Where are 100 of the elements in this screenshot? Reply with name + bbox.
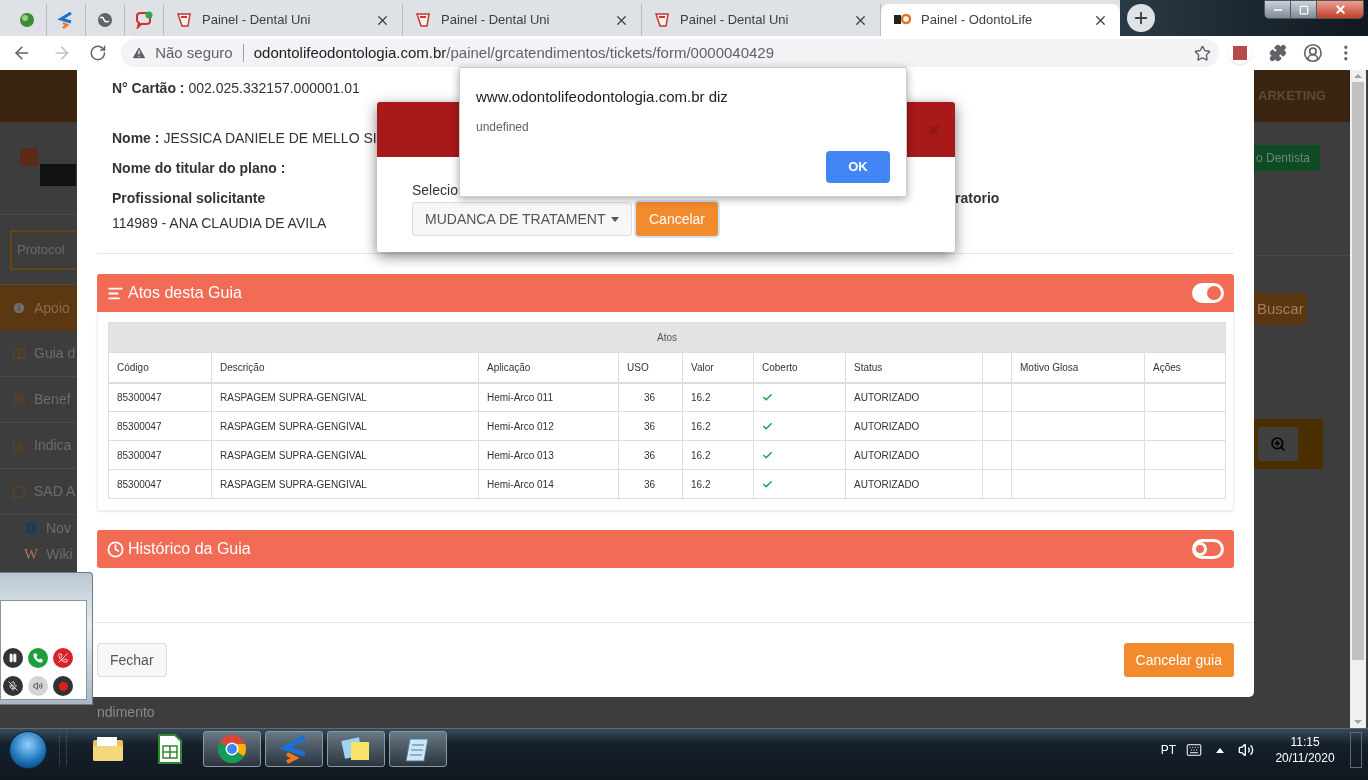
alert-message: undefined [476, 118, 530, 136]
users-icon [12, 392, 26, 407]
search-button[interactable]: Buscar [1254, 293, 1307, 325]
table-cell: AUTORIZADO [845, 469, 983, 499]
cancel-button[interactable]: Cancelar [636, 202, 719, 236]
table-cell: 16.2 [682, 382, 754, 412]
panel-title: Histórico da Guia [128, 539, 251, 559]
minimize-button[interactable] [1265, 1, 1291, 18]
profile-icon[interactable] [1302, 43, 1323, 63]
chrome-icon[interactable] [217, 734, 247, 764]
clock[interactable]: 11:15 20/11/2020 [1274, 734, 1336, 766]
show-hidden-icons-icon[interactable] [1216, 747, 1224, 753]
table-cell: AUTORIZADO [845, 440, 983, 470]
reason-select[interactable]: MUDANCA DE TRATAMENT [412, 202, 632, 236]
column-header: USO [618, 352, 683, 383]
tab-title: Painel - OdontoLife [921, 11, 1034, 30]
book-icon [12, 346, 26, 361]
hang-up-button[interactable] [53, 648, 73, 668]
phone-icon [33, 653, 43, 663]
column-header: Valor [682, 352, 754, 383]
field-label: ratorio [955, 189, 1000, 206]
table-cell: RASPAGEM SUPRA-GENGIVAL [211, 440, 479, 470]
field-value: 002.025.332157.000001.01 [188, 79, 360, 96]
language-indicator[interactable]: PT [1160, 741, 1176, 759]
pdf-extension-icon[interactable] [1229, 42, 1251, 64]
browser-tab[interactable]: Painel - OdontoLife [881, 4, 1120, 36]
pause-button[interactable] [3, 648, 23, 668]
column-header: Status [845, 352, 983, 383]
table-cell: 36 [618, 469, 683, 499]
info-icon [12, 301, 26, 315]
maximize-icon [1298, 4, 1309, 15]
bookmark-star-icon[interactable] [1194, 44, 1212, 62]
wiki-glyph: W [24, 544, 39, 564]
panel-header[interactable]: Atos desta Guia [97, 274, 1234, 312]
speaker-button[interactable] [28, 676, 48, 696]
sticky-notes-icon[interactable] [341, 735, 371, 763]
chat-bubble-icon [135, 11, 153, 29]
table-cell: 85300047 [108, 411, 212, 441]
volume-icon[interactable] [1238, 742, 1254, 758]
show-desktop-button[interactable] [1350, 732, 1362, 768]
alert-title: www.odontolifeodontologia.com.br diz [476, 87, 729, 107]
toggle-switch[interactable] [1192, 539, 1224, 559]
start-button[interactable] [9, 731, 47, 769]
hang-up-icon [58, 653, 68, 663]
record-button[interactable] [53, 676, 73, 696]
table-cell: AUTORIZADO [845, 382, 983, 412]
address-bar[interactable]: Não seguro odontolifeodontologia.com.br/painel/grcatendimentos/tickets/form/0000040429 [121, 39, 1220, 67]
sidebar-item[interactable]: Apoio [0, 285, 77, 331]
table-cell: 16.2 [682, 469, 754, 499]
close-icon [1333, 3, 1347, 16]
table-cell: Hemi-Arco 012 [478, 411, 619, 441]
tab-title: Painel - Dental Uni [441, 11, 551, 30]
new-tab-button[interactable] [1127, 4, 1155, 32]
field-label: Nome do titular do plano : [112, 160, 286, 176]
cancel-guide-button[interactable]: Cancelar guia [1123, 643, 1234, 677]
taskbar-grip [59, 731, 67, 765]
chevron-logo-icon[interactable] [279, 734, 309, 764]
table-cell: 16.2 [682, 411, 754, 441]
extensions-icon[interactable] [1268, 44, 1287, 62]
logo-drawing [20, 148, 76, 188]
field-label: Nome : [112, 129, 160, 146]
field-label: Selecio [412, 181, 458, 200]
maximize-button[interactable] [1291, 1, 1317, 18]
bar-chart-icon [12, 438, 26, 453]
table-cell: 36 [618, 382, 683, 412]
table-cell: Hemi-Arco 011 [478, 382, 619, 412]
table-cell: RASPAGEM SUPRA-GENGIVAL [211, 382, 479, 412]
table-cell: 16.2 [682, 440, 754, 470]
keyboard-icon[interactable] [1186, 742, 1202, 758]
pause-icon [8, 653, 18, 663]
spreadsheet-icon[interactable] [158, 734, 182, 764]
plus-icon [24, 521, 38, 535]
field-value: JESSICA DANIELE DE MELLO SI [163, 129, 377, 146]
field-label: N° Cartão : [112, 79, 185, 96]
panel-header[interactable]: Histórico da Guia [97, 530, 1234, 568]
table-cell: Hemi-Arco 013 [478, 440, 619, 470]
column-header: Ações [1144, 352, 1226, 383]
speaker-icon [33, 681, 43, 691]
table-cell: RASPAGEM SUPRA-GENGIVAL [211, 411, 479, 441]
clock-date: 20/11/2020 [1275, 750, 1335, 766]
toggle-switch[interactable] [1192, 283, 1224, 303]
dentist-button[interactable]: o Dentista [1254, 145, 1321, 171]
panel-title: Atos desta Guia [128, 283, 242, 303]
table-cell: RASPAGEM SUPRA-GENGIVAL [211, 469, 479, 499]
security-label: Não seguro [155, 42, 233, 63]
table-cell: Hemi-Arco 014 [478, 469, 619, 499]
column-header: Código [108, 352, 212, 383]
reload-icon[interactable] [89, 44, 108, 62]
table-caption: Atos [108, 322, 1226, 353]
sidebar-item[interactable]: ndimento [97, 702, 155, 723]
notepad-icon[interactable] [404, 735, 432, 763]
call-button[interactable] [28, 648, 48, 668]
mute-button[interactable] [3, 676, 23, 696]
column-header: Aplicação [478, 352, 619, 383]
ok-button[interactable]: OK [826, 150, 890, 183]
close-button[interactable]: Fechar [97, 643, 167, 677]
folder-icon[interactable] [92, 735, 124, 763]
column-header: Coberto [753, 352, 846, 383]
tab-title: Painel - Dental Uni [202, 11, 312, 30]
close-window-button[interactable] [1317, 1, 1363, 18]
